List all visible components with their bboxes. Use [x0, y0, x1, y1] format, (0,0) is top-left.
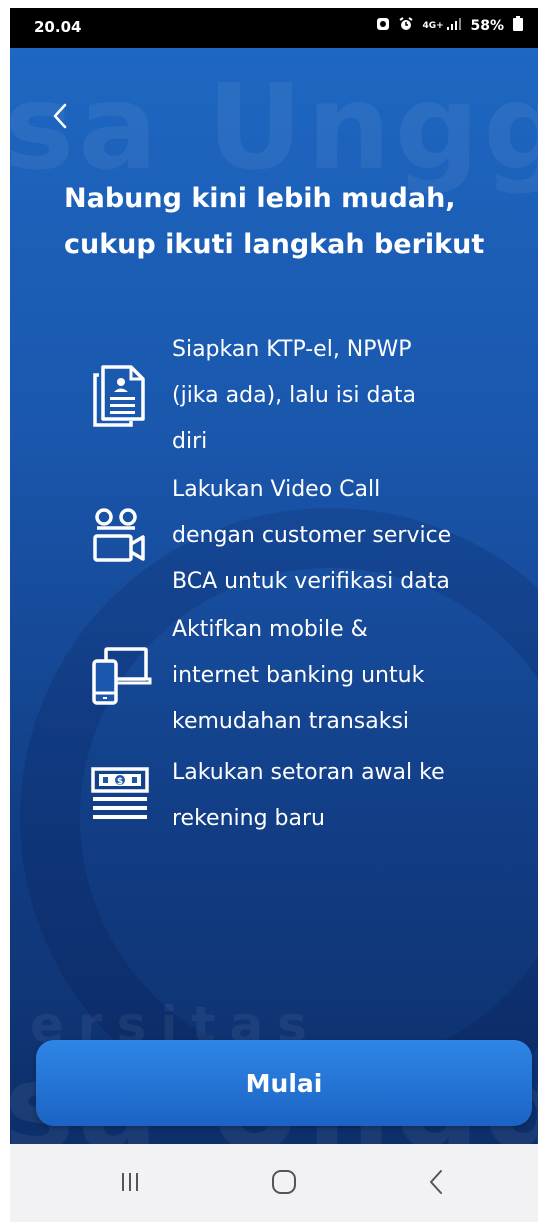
step-line: (jika ada), lalu isi data — [172, 383, 417, 408]
recent-apps-icon — [122, 1173, 138, 1191]
status-icons: 4G+ 58% — [376, 16, 524, 36]
money-deposit-icon: $ — [84, 765, 154, 827]
phone-screen: 20.04 4G+ 58% ersitas sa Unggu ersitas s… — [10, 0, 538, 1222]
home-button[interactable] — [254, 1160, 314, 1204]
step-item: Lakukan Video Call dengan customer servi… — [84, 466, 524, 606]
step-item: Aktifkan mobile & internet banking untuk… — [84, 606, 524, 746]
step-line: kemudahan transaksi — [172, 709, 410, 734]
step-text: Lakukan setoran awal ke rekening baru — [172, 750, 445, 842]
battery-icon — [512, 16, 524, 36]
step-line: diri — [172, 429, 208, 454]
title-line: Nabung kini lebih mudah, — [64, 183, 456, 214]
step-line: Siapkan KTP-el, NPWP — [172, 337, 412, 362]
documents-icon — [84, 361, 154, 431]
back-button[interactable] — [42, 98, 78, 134]
chevron-left-icon — [53, 103, 67, 129]
signal-icon — [446, 17, 462, 35]
step-line: Lakukan setoran awal ke — [172, 760, 445, 785]
home-icon — [272, 1170, 296, 1194]
step-item: $ Lakukan setoran awal ke rekening baru — [84, 746, 524, 846]
svg-text:$: $ — [117, 777, 123, 787]
watermark: ersitas — [50, 48, 341, 58]
step-line: internet banking untuk — [172, 663, 425, 688]
title-line: cukup ikuti langkah berikut — [64, 229, 485, 260]
step-item: Siapkan KTP-el, NPWP (jika ada), lalu is… — [84, 326, 524, 466]
onboarding-screen: ersitas sa Unggu ersitas sa Unggu Nabung… — [10, 48, 538, 1144]
page-title: Nabung kini lebih mudah, cukup ikuti lan… — [64, 176, 504, 268]
status-time: 20.04 — [34, 18, 82, 36]
step-line: Aktifkan mobile & — [172, 617, 368, 642]
status-bar: 20.04 4G+ 58% — [10, 8, 538, 48]
network-icon: 4G+ — [422, 20, 444, 31]
system-nav-bar — [10, 1144, 538, 1222]
start-button[interactable]: Mulai — [36, 1040, 532, 1126]
devices-icon — [84, 643, 154, 709]
gallery-icon — [376, 17, 390, 35]
step-line: dengan customer service — [172, 523, 452, 548]
recent-apps-button[interactable] — [100, 1160, 160, 1204]
step-text: Aktifkan mobile & internet banking untuk… — [172, 607, 424, 745]
step-line: BCA untuk verifikasi data — [172, 569, 450, 594]
step-line: Lakukan Video Call — [172, 477, 381, 502]
step-text: Siapkan KTP-el, NPWP (jika ada), lalu is… — [172, 327, 416, 465]
step-text: Lakukan Video Call dengan customer servi… — [172, 467, 451, 605]
nav-back-button[interactable] — [406, 1160, 466, 1204]
video-call-icon — [84, 504, 154, 568]
alarm-icon — [398, 17, 414, 35]
step-line: rekening baru — [172, 806, 325, 831]
back-icon — [430, 1170, 442, 1194]
steps-list: Siapkan KTP-el, NPWP (jika ada), lalu is… — [84, 326, 524, 846]
battery-percent: 58% — [470, 18, 504, 34]
